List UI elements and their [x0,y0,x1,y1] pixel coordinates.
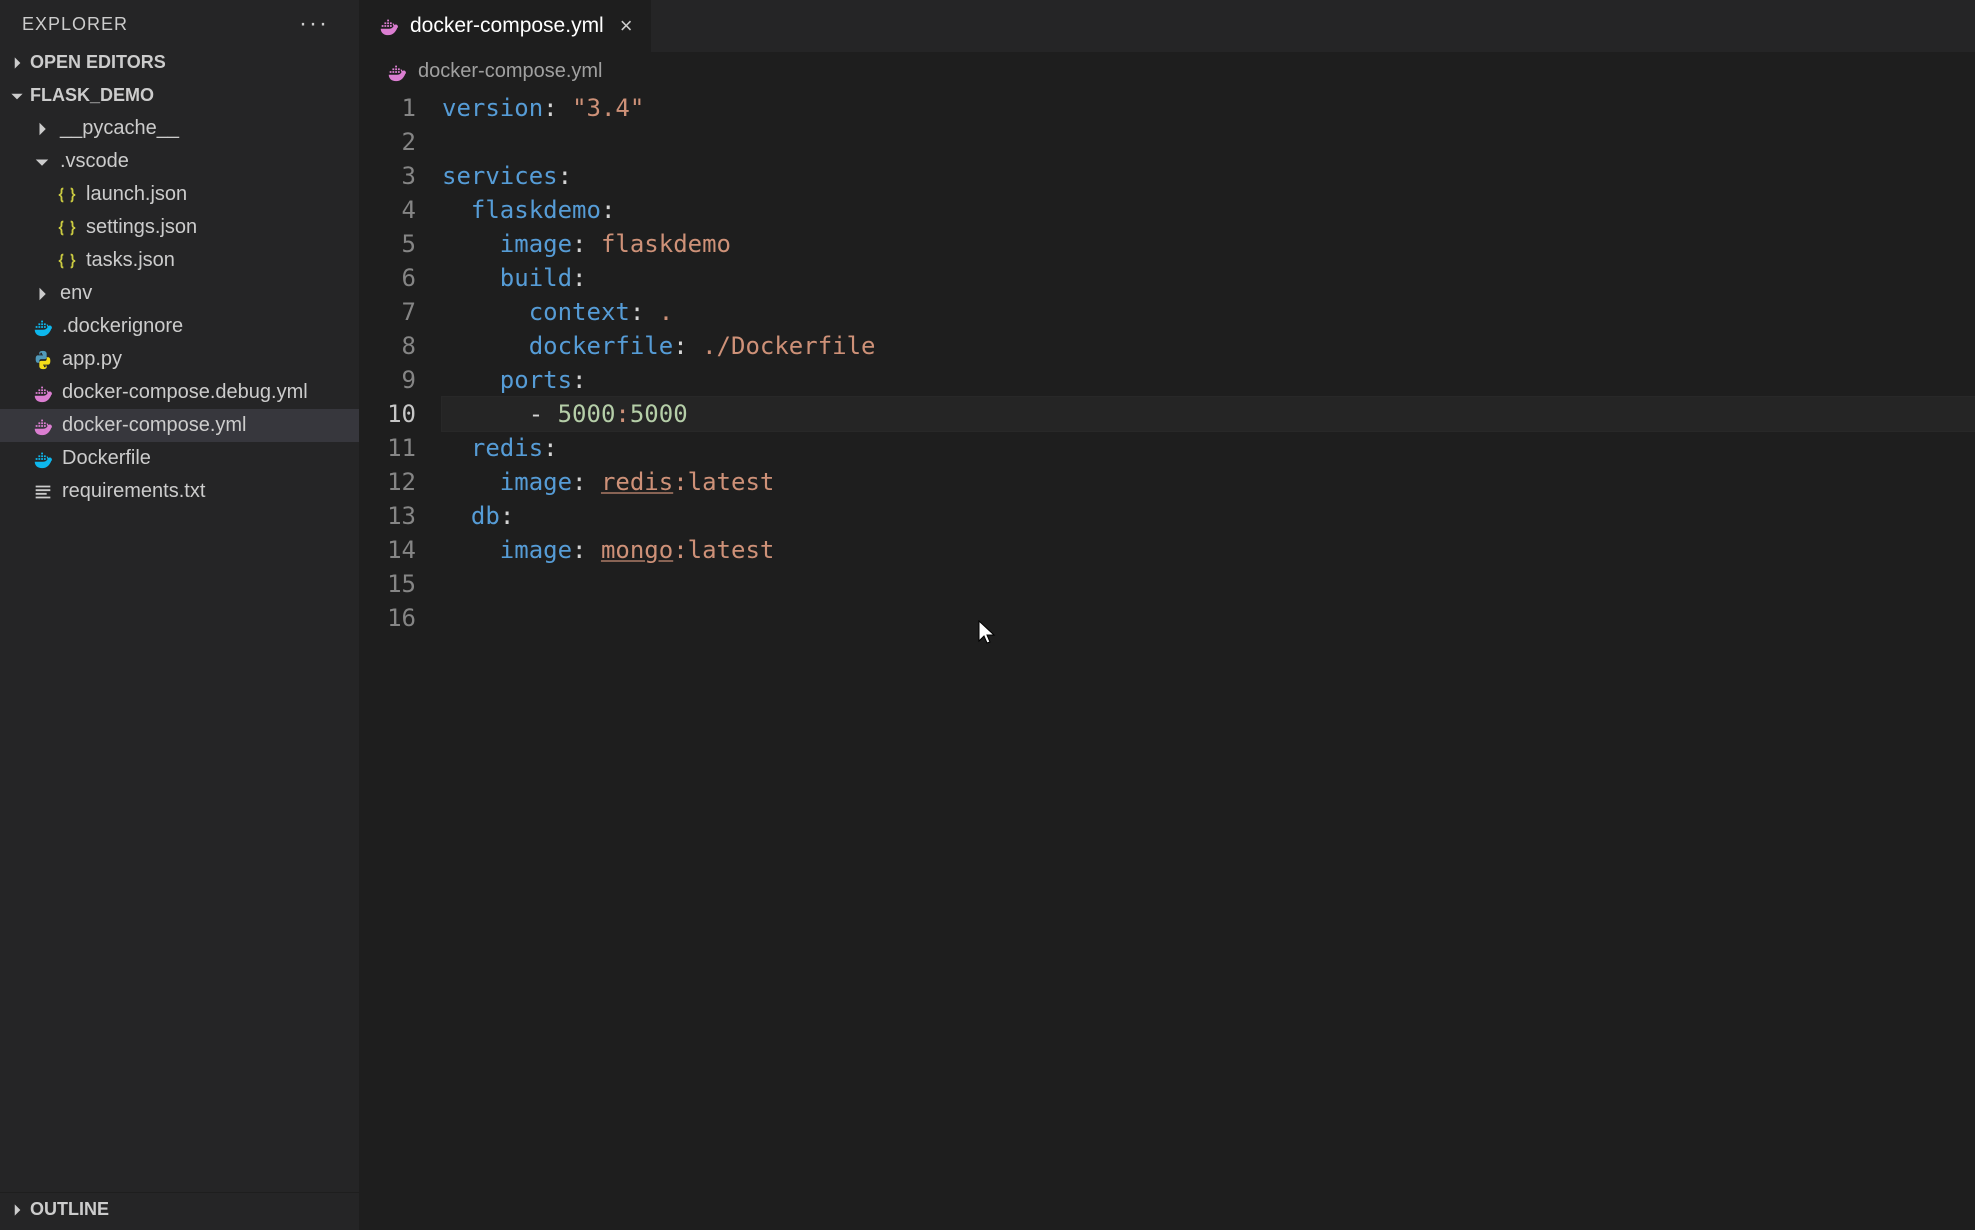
line-number: 2 [360,125,442,159]
code-line[interactable] [442,601,1975,635]
line-number: 12 [360,465,442,499]
braces-icon [56,217,78,239]
braces-icon [56,250,78,272]
code-content[interactable]: version: "3.4" services: flaskdemo: image… [442,89,1975,1230]
code-line[interactable]: image: redis:latest [442,465,1975,499]
code-line[interactable]: db: [442,499,1975,533]
braces-icon [56,184,78,206]
file-label: .dockerignore [62,315,349,338]
file-launch-json[interactable]: launch.json [0,178,359,211]
code-line[interactable]: version: "3.4" [442,91,1975,125]
breadcrumb-label: docker-compose.yml [418,60,603,83]
file-requirements[interactable]: requirements.txt [0,475,359,508]
tab-docker-compose[interactable]: docker-compose.yml × [360,0,652,52]
open-editors-label: OPEN EDITORS [30,52,166,73]
folder-label: __pycache__ [60,117,349,140]
code-line[interactable] [442,125,1975,159]
docker-icon [32,415,54,437]
line-number: 11 [360,431,442,465]
docker-icon [32,448,54,470]
file-tree: __pycache__ .vscode launch.json settings… [0,112,359,1192]
chevron-right-icon [32,284,52,304]
tab-bar: docker-compose.yml × [360,0,1975,52]
line-number: 9 [360,363,442,397]
line-number: 4 [360,193,442,227]
docker-icon [32,316,54,338]
folder-label: env [60,282,349,305]
code-line[interactable]: context: . [442,295,1975,329]
code-line[interactable]: flaskdemo: [442,193,1975,227]
line-number: 6 [360,261,442,295]
open-editors-section[interactable]: OPEN EDITORS [0,46,359,79]
editor-area: docker-compose.yml × docker-compose.yml … [360,0,1975,1230]
file-dockerignore[interactable]: .dockerignore [0,310,359,343]
file-label: launch.json [86,183,349,206]
file-label: docker-compose.debug.yml [62,381,349,404]
line-number: 5 [360,227,442,261]
file-docker-compose-debug[interactable]: docker-compose.debug.yml [0,376,359,409]
file-app-py[interactable]: app.py [0,343,359,376]
line-number: 1 [360,91,442,125]
line-number: 3 [360,159,442,193]
lines-icon [32,481,54,503]
outline-label: OUTLINE [30,1199,109,1220]
python-icon [32,349,54,371]
close-icon[interactable]: × [614,13,633,39]
folder-vscode[interactable]: .vscode [0,145,359,178]
code-line[interactable]: - 5000:5000 [442,397,1975,431]
line-number: 10 [360,397,442,431]
line-number: 15 [360,567,442,601]
docker-icon [378,15,400,37]
file-label: docker-compose.yml [62,414,349,437]
chevron-right-icon [8,1201,26,1219]
line-number: 16 [360,601,442,635]
file-label: Dockerfile [62,447,349,470]
file-label: tasks.json [86,249,349,272]
file-label: settings.json [86,216,349,239]
file-dockerfile[interactable]: Dockerfile [0,442,359,475]
line-number-gutter: 12345678910111213141516 [360,89,442,1230]
code-line[interactable]: image: flaskdemo [442,227,1975,261]
explorer-title: EXPLORER [22,14,128,35]
mouse-cursor-icon [977,619,997,656]
explorer-more-icon[interactable]: ··· [299,10,345,38]
docker-icon [32,382,54,404]
code-line[interactable]: ports: [442,363,1975,397]
code-editor[interactable]: 12345678910111213141516 version: "3.4"se… [360,89,1975,1230]
file-docker-compose[interactable]: docker-compose.yml [0,409,359,442]
folder-pycache[interactable]: __pycache__ [0,112,359,145]
line-number: 14 [360,533,442,567]
code-line[interactable] [442,567,1975,601]
project-label: FLASK_DEMO [30,85,154,106]
file-label: app.py [62,348,349,371]
tab-label: docker-compose.yml [410,14,604,38]
code-line[interactable]: redis: [442,431,1975,465]
code-line[interactable]: dockerfile: ./Dockerfile [442,329,1975,363]
code-line[interactable]: services: [442,159,1975,193]
file-tasks-json[interactable]: tasks.json [0,244,359,277]
chevron-down-icon [8,87,26,105]
docker-icon [386,61,408,83]
outline-section[interactable]: OUTLINE [0,1193,359,1226]
chevron-right-icon [32,119,52,139]
line-number: 7 [360,295,442,329]
explorer-header: EXPLORER ··· [0,0,359,46]
file-settings-json[interactable]: settings.json [0,211,359,244]
code-line[interactable]: build: [442,261,1975,295]
breadcrumb[interactable]: docker-compose.yml [360,52,1975,89]
line-number: 13 [360,499,442,533]
chevron-right-icon [8,54,26,72]
line-number: 8 [360,329,442,363]
file-label: requirements.txt [62,480,349,503]
code-line[interactable]: image: mongo:latest [442,533,1975,567]
folder-label: .vscode [60,150,349,173]
explorer-sidebar: EXPLORER ··· OPEN EDITORS FLASK_DEMO __p… [0,0,360,1230]
chevron-down-icon [32,152,52,172]
project-section[interactable]: FLASK_DEMO [0,79,359,112]
folder-env[interactable]: env [0,277,359,310]
